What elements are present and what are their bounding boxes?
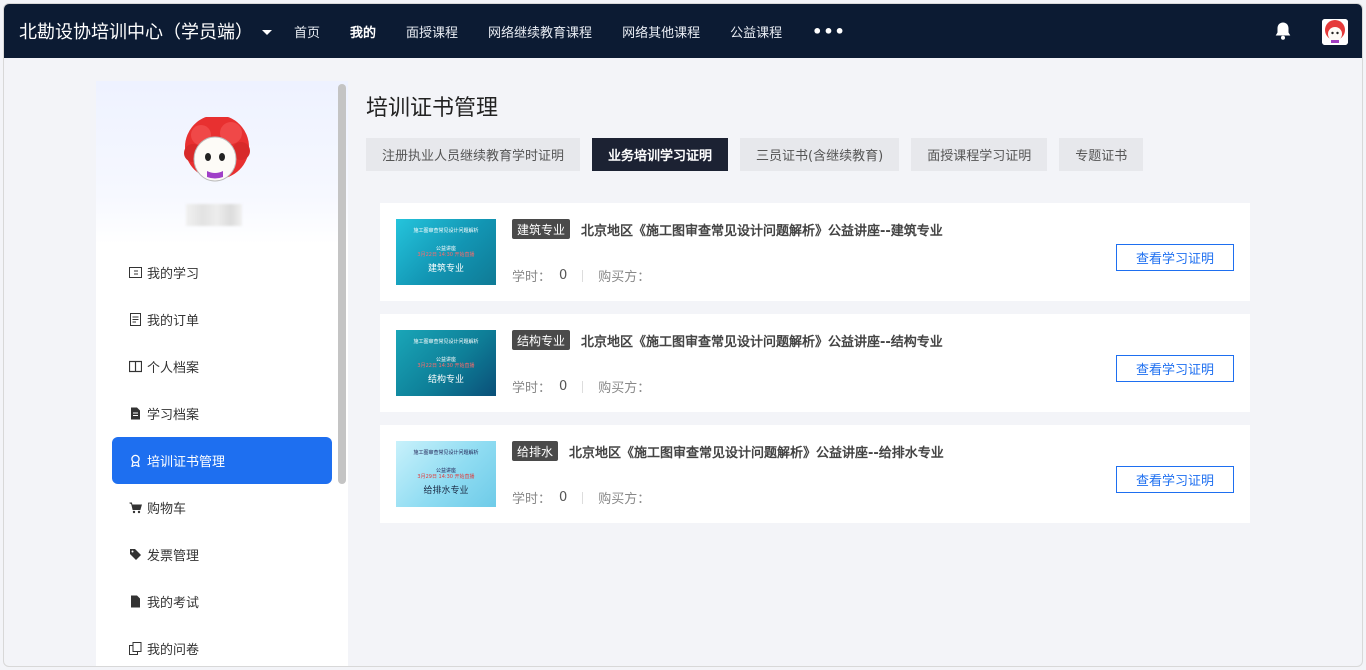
sidebar-item-my-orders[interactable]: 我的订单: [112, 296, 332, 343]
username-blurred: [186, 204, 242, 226]
sidebar-item-my-exams[interactable]: 我的考试: [112, 578, 332, 625]
sidebar-item-label: 我的问卷: [147, 643, 200, 658]
tab-special[interactable]: 专题证书: [1059, 138, 1144, 171]
sidebar-item-my-learning[interactable]: 我的学习: [112, 249, 332, 296]
invoice-icon: [129, 548, 142, 561]
divider: [582, 269, 584, 282]
course-thumbnail: 施工图审查常见设计问题解析 公益讲座 3月29日 14:30 开始直播 给排水专…: [396, 441, 496, 507]
thumb-caption: 给排水专业: [423, 486, 469, 496]
avatar[interactable]: [1322, 19, 1348, 45]
order-icon: [129, 313, 142, 326]
sidebar: 我的学习 我的订单 个人档案 学习档案 培训证书管理 购物车 发票管理 我的考试…: [96, 81, 348, 666]
course-meta: 学时： 0 购买方：: [512, 488, 650, 507]
hours-value: 0: [559, 379, 568, 394]
file-icon: [129, 407, 142, 420]
divider: [582, 491, 584, 504]
nav-link-mine[interactable]: 我的: [350, 22, 376, 41]
nav-link-face-course[interactable]: 面授课程: [406, 22, 458, 41]
course-title: 北京地区《施工图审查常见设计问题解析》公益讲座--结构专业: [581, 335, 943, 350]
page-title: 培训证书管理: [366, 96, 499, 121]
sidebar-item-label: 我的考试: [147, 596, 200, 611]
certificate-tabs: 注册执业人员继续教育学时证明 业务培训学习证明 三员证书(含继续教育) 面授课程…: [366, 138, 1155, 171]
divider: [582, 380, 584, 393]
cart-icon: [129, 501, 142, 514]
thumb-caption: 结构专业: [427, 375, 464, 385]
learning-icon: [129, 266, 142, 279]
sidebar-item-label: 培训证书管理: [147, 455, 226, 470]
category-badge: 建筑专业: [512, 219, 571, 239]
course-title: 北京地区《施工图审查常见设计问题解析》公益讲座--建筑专业: [581, 224, 943, 239]
tab-three-staff[interactable]: 三员证书(含继续教育): [740, 138, 900, 171]
sidebar-scrollbar[interactable]: [338, 84, 346, 484]
profile-panel: [96, 81, 348, 244]
bell-icon[interactable]: [1272, 20, 1294, 42]
exam-icon: [129, 595, 142, 608]
view-certificate-button[interactable]: 查看学习证明: [1116, 244, 1234, 271]
tab-face-course[interactable]: 面授课程学习证明: [911, 138, 1048, 171]
app-window: 北勘设协培训中心（学员端） 首页 我的 面授课程 网络继续教育课程 网络其他课程…: [3, 3, 1363, 667]
sidebar-item-label: 购物车: [147, 502, 187, 517]
hours-value: 0: [559, 490, 568, 505]
nav-links: 首页 我的 面授课程 网络继续教育课程 网络其他课程 公益课程 •••: [294, 22, 846, 41]
buyer-label: 购买方：: [598, 381, 651, 396]
user-avatar: [181, 115, 253, 189]
sidebar-item-certificates[interactable]: 培训证书管理: [112, 437, 332, 484]
nav-link-online-ce[interactable]: 网络继续教育课程: [488, 22, 592, 41]
nav-link-home[interactable]: 首页: [294, 22, 320, 41]
nav-link-public[interactable]: 公益课程: [730, 22, 782, 41]
sidebar-item-label: 我的学习: [147, 267, 200, 282]
sidebar-item-label: 学习档案: [147, 408, 200, 423]
nav-link-online-other[interactable]: 网络其他课程: [622, 22, 700, 41]
sidebar-item-my-surveys[interactable]: 我的问卷: [112, 625, 332, 666]
sidebar-item-personal-profile[interactable]: 个人档案: [112, 343, 332, 390]
profile-icon: [129, 360, 142, 373]
thumb-caption: 建筑专业: [427, 264, 464, 274]
hours-label: 学时：: [512, 381, 552, 396]
list-item: 施工图审查常见设计问题解析 公益讲座 3月29日 14:30 开始直播 给排水专…: [380, 425, 1250, 523]
course-title: 北京地区《施工图审查常见设计问题解析》公益讲座--给排水专业: [569, 446, 944, 461]
tab-ce-hours[interactable]: 注册执业人员继续教育学时证明: [366, 138, 581, 171]
certificate-icon: [129, 454, 142, 467]
hours-label: 学时：: [512, 492, 552, 507]
brand-title: 北勘设协培训中心（学员端）: [19, 22, 253, 43]
course-thumbnail: 施工图审查常见设计问题解析 公益讲座 3月22日 14:30 开始直播 结构专业: [396, 330, 496, 396]
course-meta: 学时： 0 购买方：: [512, 377, 650, 396]
top-nav: 北勘设协培训中心（学员端） 首页 我的 面授课程 网络继续教育课程 网络其他课程…: [4, 4, 1362, 58]
hours-label: 学时：: [512, 270, 552, 285]
sidebar-menu: 我的学习 我的订单 个人档案 学习档案 培训证书管理 购物车 发票管理 我的考试…: [96, 244, 348, 666]
buyer-label: 购买方：: [598, 492, 651, 507]
brand-dropdown[interactable]: 北勘设协培训中心（学员端）: [19, 18, 272, 44]
caret-down-icon: [262, 29, 272, 35]
list-item: 施工图审查常见设计问题解析 公益讲座 3月22日 14:30 开始直播 结构专业…: [380, 314, 1250, 412]
course-meta: 学时： 0 购买方：: [512, 266, 650, 285]
sidebar-item-label: 我的订单: [147, 314, 200, 329]
tab-business-training[interactable]: 业务培训学习证明: [592, 138, 729, 171]
sidebar-item-learning-records[interactable]: 学习档案: [112, 390, 332, 437]
view-certificate-button[interactable]: 查看学习证明: [1116, 466, 1234, 493]
survey-icon: [129, 642, 142, 655]
category-badge: 结构专业: [512, 330, 571, 350]
sidebar-item-label: 个人档案: [147, 361, 200, 376]
category-badge: 给排水: [512, 441, 559, 461]
view-certificate-button[interactable]: 查看学习证明: [1116, 355, 1234, 382]
certificate-list: 施工图审查常见设计问题解析 公益讲座 3月22日 14:30 开始直播 建筑专业…: [380, 203, 1250, 536]
sidebar-item-invoices[interactable]: 发票管理: [112, 531, 332, 578]
list-item: 施工图审查常见设计问题解析 公益讲座 3月22日 14:30 开始直播 建筑专业…: [380, 203, 1250, 301]
sidebar-item-cart[interactable]: 购物车: [112, 484, 332, 531]
more-icon[interactable]: •••: [812, 22, 846, 41]
sidebar-item-label: 发票管理: [147, 549, 200, 564]
course-thumbnail: 施工图审查常见设计问题解析 公益讲座 3月22日 14:30 开始直播 建筑专业: [396, 219, 496, 285]
buyer-label: 购买方：: [598, 270, 651, 285]
hours-value: 0: [559, 268, 568, 283]
